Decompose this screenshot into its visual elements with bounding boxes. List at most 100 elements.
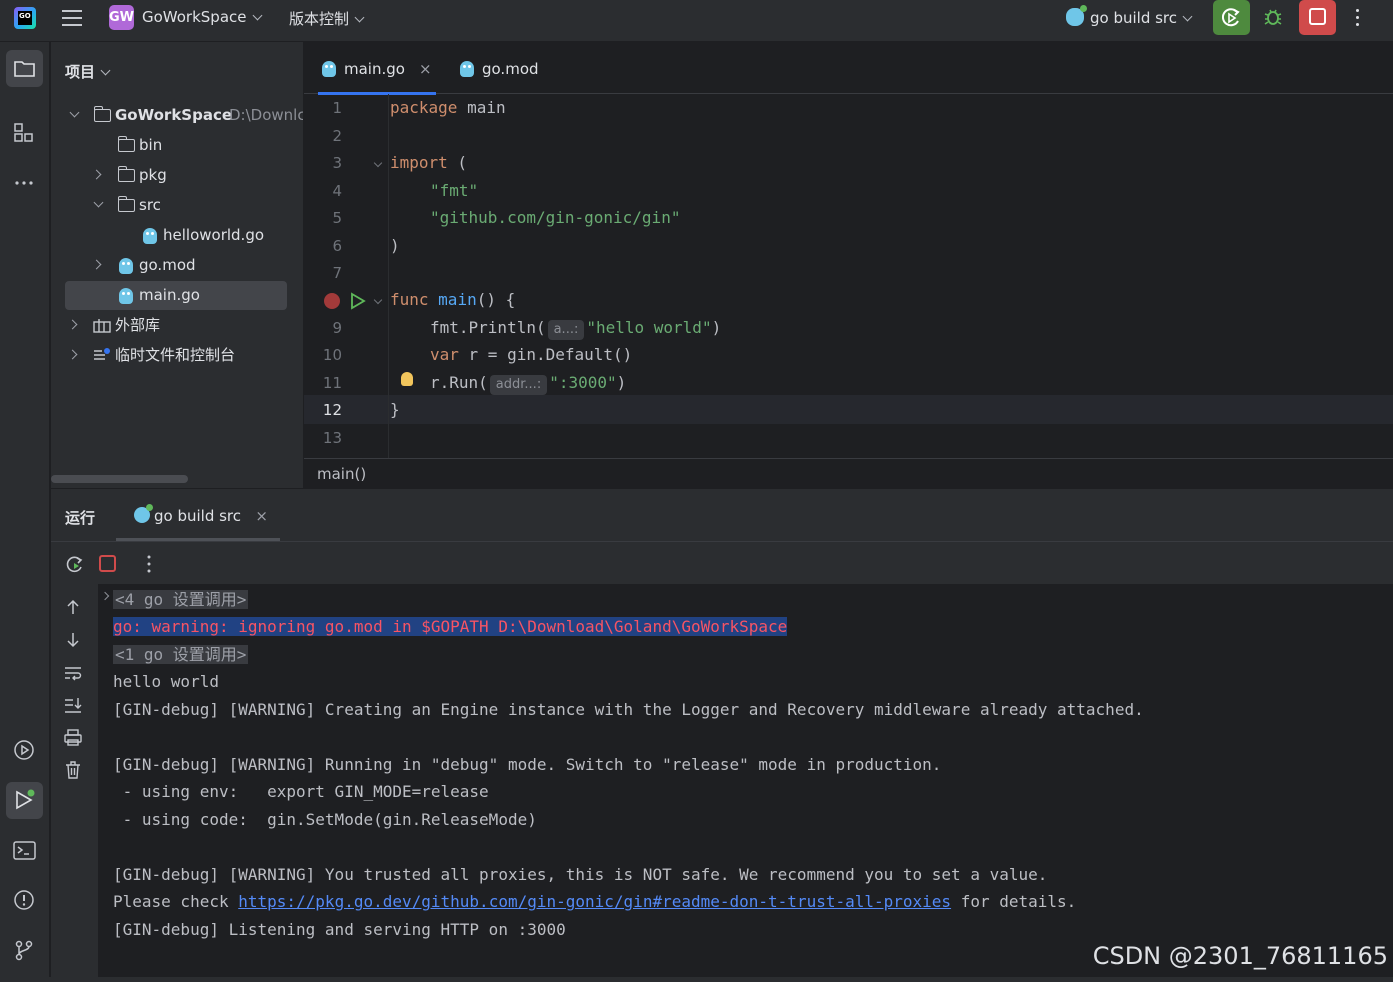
gutter-divider [388,94,389,458]
problems-icon [14,890,34,910]
proxy-docs-link[interactable]: https://pkg.go.dev/github.com/gin-gonic/… [238,892,951,911]
console-fold-2[interactable]: <1 go 设置调用> [113,643,249,667]
title-bar: GO GW GoWorkSpace 版本控制 go build src [0,0,1393,42]
chevron-right-icon[interactable] [91,169,102,180]
project-horizontal-scrollbar[interactable] [51,475,188,483]
tree-item-label: src [139,196,161,214]
close-tab-icon[interactable]: × [419,60,432,78]
chevron-right-icon[interactable] [91,259,102,270]
breadcrumb-function[interactable]: main() [317,465,366,483]
go-file-icon [322,61,336,77]
folder-icon [93,106,111,122]
tree-item-pkg[interactable]: pkg [65,161,303,190]
editor-breadcrumb[interactable]: main() [304,458,1393,488]
run-gutter-icon[interactable] [350,292,366,310]
tree-item-goworkspace[interactable]: GoWorkSpace D:\Downlc [65,101,303,130]
project-panel-header[interactable]: 项目 [65,61,111,82]
arrow-down-icon[interactable] [65,632,81,648]
chevron-right-icon[interactable] [67,349,78,360]
code-line-1[interactable]: package main [390,98,506,117]
console-side-toolbar [51,584,98,978]
services-tool-button[interactable] [6,732,43,769]
line-number: 11 [322,374,342,392]
vcs-menu[interactable]: 版本控制 [289,8,365,29]
chevron-down-icon [252,10,262,21]
problems-tool-button[interactable] [6,882,43,919]
structure-tool-button[interactable] [6,114,43,151]
tab-label: go.mod [482,60,539,78]
console-output[interactable]: <4 go 设置调用> go: warning: ignoring go.mod… [98,584,1393,978]
code-line-10[interactable]: var r = gin.Default() [430,345,632,364]
tab-main-go[interactable]: main.go × [318,42,436,95]
go-config-icon [1066,5,1087,26]
more-actions-icon[interactable] [1356,9,1360,27]
code-line-8[interactable]: func main() { [390,290,515,309]
trash-icon[interactable] [65,761,81,779]
tree-item-main-go[interactable]: main.go [65,281,287,310]
rerun-icon[interactable] [65,554,85,574]
structure-icon [14,123,33,142]
code-line-9[interactable]: fmt.Println(a...: "hello world") [430,318,721,340]
fold-toggle-icon[interactable] [373,158,383,168]
tree-item-label: 临时文件和控制台 [115,346,236,364]
git-branch-icon [15,940,33,961]
code-line-3[interactable]: import ( [390,153,467,172]
tree-item-scratches[interactable]: 临时文件和控制台 [65,341,303,370]
chevron-down-icon[interactable] [69,107,80,118]
more-actions-icon[interactable] [146,554,152,574]
tree-item-go-mod[interactable]: go.mod [65,251,303,280]
code-line-5[interactable]: "github.com/gin-gonic/gin" [430,208,680,227]
code-line-11[interactable]: r.Run(addr...: ":3000") [430,373,626,395]
fold-toggle-icon[interactable] [373,295,383,305]
code-line-12[interactable]: } [390,400,400,419]
soft-wrap-icon[interactable] [64,665,82,681]
project-switcher[interactable]: GoWorkSpace [142,8,262,26]
tab-label: main.go [344,60,405,78]
tree-item-external-libraries[interactable]: 外部库 [65,311,303,340]
run-tab-go-build-src[interactable]: go build src × [116,489,280,541]
tab-go-mod[interactable]: go.mod [460,42,539,94]
git-tool-button[interactable] [6,932,43,969]
left-tool-strip [0,42,50,977]
line-number: 10 [322,346,342,364]
code-line-6[interactable]: ) [390,236,400,255]
project-name: GoWorkSpace [142,8,247,26]
status-bar [0,977,1393,982]
go-file-icon [119,288,133,304]
line-number: 9 [332,319,342,337]
terminal-tool-button[interactable] [6,832,43,869]
goland-logo-icon[interactable]: GO [14,7,36,29]
console-fold-1[interactable]: <4 go 设置调用> [113,588,249,612]
run-config-selector[interactable]: go build src [1066,5,1193,27]
code-line-4[interactable]: "fmt" [430,181,478,200]
debug-icon[interactable] [1262,6,1284,28]
console-line: [GIN-debug] [WARNING] Running in "debug"… [113,755,942,774]
lightbulb-icon[interactable] [401,372,413,386]
tree-item-helloworld-go[interactable]: helloworld.go [65,221,303,250]
more-tools-button[interactable] [6,164,43,201]
stop-button[interactable] [1299,0,1336,35]
main-menu-icon[interactable] [62,10,82,26]
project-badge[interactable]: GW [109,5,134,30]
print-icon[interactable] [64,729,82,746]
chevron-right-icon[interactable] [100,591,110,601]
arrow-up-icon[interactable] [65,599,81,615]
run-panel: 运行 go build src × <4 go 设置调用> go: warnin… [51,488,1393,978]
chevron-right-icon[interactable] [67,319,78,330]
rerun-button[interactable] [1213,0,1250,35]
project-tool-button[interactable] [6,50,43,87]
line-number: 4 [332,182,342,200]
tree-item-bin[interactable]: bin [65,131,303,160]
chevron-down-icon[interactable] [93,197,104,208]
tree-item-src[interactable]: src [65,191,303,220]
close-tab-icon[interactable]: × [255,489,268,543]
console-warning-line: go: warning: ignoring go.mod in $GOPATH … [113,617,788,636]
stop-icon[interactable] [99,555,116,572]
rerun-icon [1221,8,1240,27]
scroll-to-end-icon[interactable] [64,697,82,713]
line-number: 2 [332,127,342,145]
run-tool-button[interactable] [6,782,43,819]
breakpoint-icon[interactable] [324,293,340,309]
line-number: 6 [332,237,342,255]
csdn-watermark: CSDN @2301_76811165 [1092,942,1388,970]
